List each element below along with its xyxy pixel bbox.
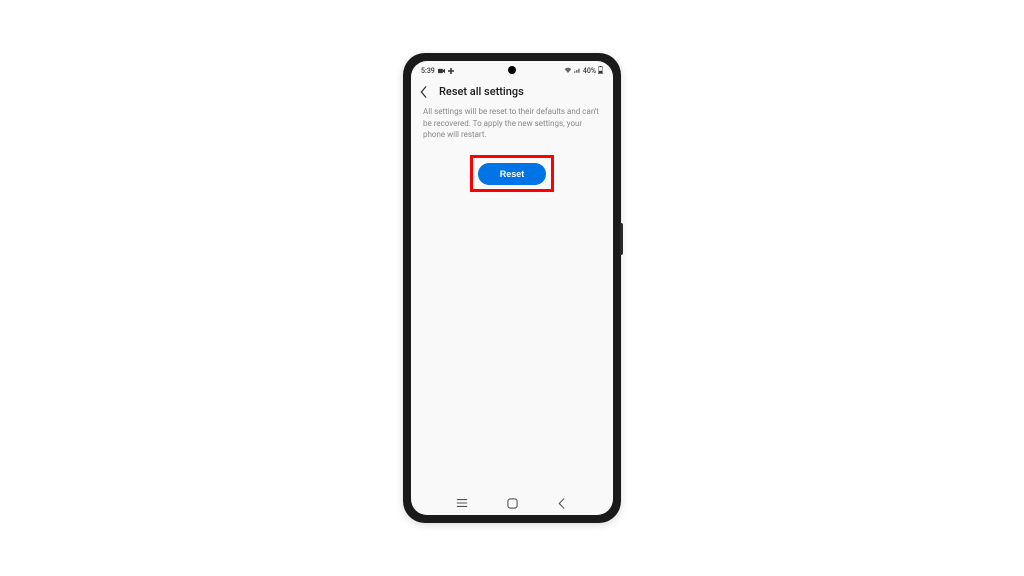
status-plus-icon xyxy=(448,68,454,74)
camera-punch-hole xyxy=(508,66,516,74)
phone-screen: 5:39 40% xyxy=(411,61,613,515)
description-text: All settings will be reset to their defa… xyxy=(411,106,613,141)
button-container: Reset xyxy=(411,155,613,192)
status-time: 5:39 xyxy=(421,67,435,75)
home-icon[interactable] xyxy=(500,498,524,509)
back-icon[interactable] xyxy=(419,86,429,98)
recent-apps-icon[interactable] xyxy=(450,498,474,508)
phone-frame: 5:39 40% xyxy=(403,53,621,523)
wifi-icon xyxy=(564,67,572,75)
battery-text: 40% xyxy=(583,67,596,75)
back-nav-icon[interactable] xyxy=(550,498,574,509)
phone-side-button xyxy=(620,223,623,255)
signal-icon xyxy=(574,67,581,75)
navigation-bar xyxy=(411,491,613,515)
annotation-highlight-box: Reset xyxy=(470,155,555,192)
battery-icon xyxy=(598,66,603,76)
status-bar-left: 5:39 xyxy=(421,67,454,75)
status-bar-right: 40% xyxy=(564,66,603,76)
page-header: Reset all settings xyxy=(411,79,613,106)
page-title: Reset all settings xyxy=(439,85,524,98)
reset-button[interactable]: Reset xyxy=(478,163,547,185)
status-video-icon xyxy=(438,68,445,74)
